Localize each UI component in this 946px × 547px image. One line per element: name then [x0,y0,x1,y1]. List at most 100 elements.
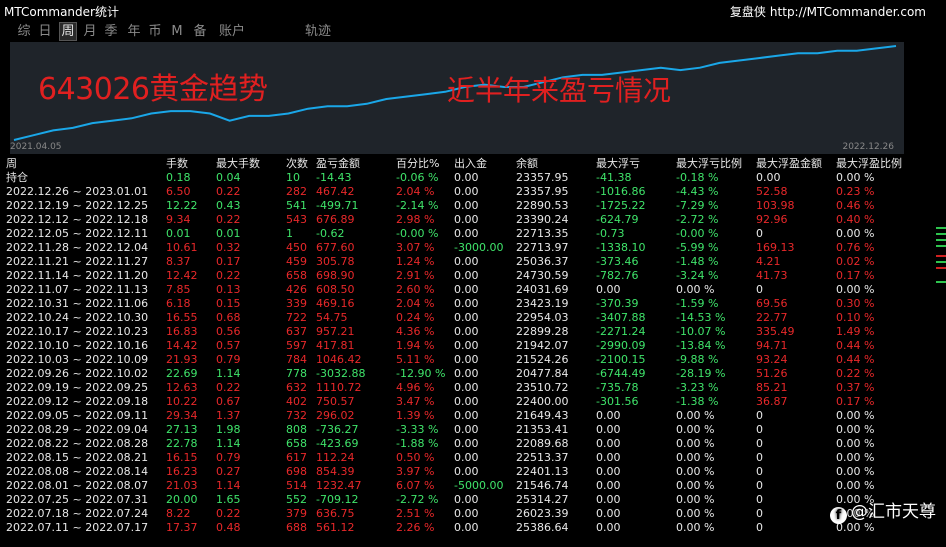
table-cell: -373.46 [596,255,639,268]
table-row[interactable]: 持仓 0.18 0.04 10 -14.43 -0.06 % 0.00 23357.95 -41… [5,171,910,185]
table-cell: 2022.09.05 ~ 2022.09.11 [6,409,149,422]
table-row[interactable]: 2022.11.14 ~ 2022.11.20 12.42 0.22 658 698.9… [5,269,910,283]
column-header[interactable]: 出入金 [453,157,515,171]
column-header[interactable]: 周 [5,157,165,171]
table-cell: 0.22 [216,213,241,226]
table-cell: 8.37 [166,255,191,268]
table-cell: 2022.10.10 ~ 2022.10.16 [6,339,149,352]
tab-8[interactable]: 备 [193,23,207,40]
table-row[interactable]: 2022.07.25 ~ 2022.07.31 20.00 1.65 552 -709.… [5,493,910,507]
table-cell: 0.17 % [836,395,875,408]
side-mark [936,267,946,269]
table-cell: 22401.13 [516,465,569,478]
table-row[interactable]: 2022.07.18 ~ 2022.07.24 8.22 0.22 379 636.75… [5,507,910,521]
table-cell: 0.22 [216,507,241,520]
column-header[interactable]: 最大浮亏比例 [675,157,755,171]
column-header[interactable]: 余额 [515,157,595,171]
tab-1[interactable]: 日 [37,23,53,40]
table-row[interactable]: 2022.08.22 ~ 2022.08.28 22.78 1.14 658 -423.… [5,437,910,451]
table-row[interactable]: 2022.10.17 ~ 2022.10.23 16.83 0.56 637 957.2… [5,325,910,339]
table-cell: 2022.11.28 ~ 2022.12.04 [6,241,149,254]
table-cell: 0.00 % [836,423,875,436]
brand-name: 复盘侠 [729,5,766,19]
table-cell: 0.00 [596,437,621,450]
table-cell: 2.60 % [396,283,435,296]
table-cell: 2022.08.29 ~ 2022.09.04 [6,423,149,436]
side-mark [936,261,946,263]
table-cell: 0.02 % [836,255,875,268]
column-header[interactable]: 最大浮盈比例 [835,157,910,171]
table-row[interactable]: 2022.08.01 ~ 2022.08.07 21.03 1.14 514 1232.… [5,479,910,493]
table-cell: 2.04 % [396,185,435,198]
table-cell: 14.42 [166,339,198,352]
table-cell: -14.53 % [676,311,726,324]
weekly-stats-table: 周手数 最大手数 次数 盈亏金额 百分比% 出入金 余额 最大浮亏 最大浮亏比例 最大浮盈金额 最大… [5,157,910,535]
table-cell: 3.97 % [396,465,435,478]
table-row[interactable]: 2022.09.05 ~ 2022.09.11 29.34 1.37 732 296.0… [5,409,910,423]
column-header[interactable]: 最大浮盈金额 [755,157,835,171]
table-cell: 2022.08.15 ~ 2022.08.21 [6,451,149,464]
table-cell: 0.00 [596,423,621,436]
table-row[interactable]: 2022.10.10 ~ 2022.10.16 14.42 0.57 597 417.8… [5,339,910,353]
table-cell: 722 [286,311,307,324]
column-header[interactable]: 最大手数 [215,157,285,171]
tab-6[interactable]: 币 [147,23,163,40]
table-row[interactable]: 2022.09.12 ~ 2022.09.18 10.22 0.67 402 750.5… [5,395,910,409]
tab-10[interactable]: 轨迹 [305,23,331,40]
table-row[interactable]: 2022.08.08 ~ 2022.08.14 16.23 0.27 698 854.3… [5,465,910,479]
table-cell: 23423.19 [516,297,569,310]
table-cell: 52.58 [756,185,788,198]
table-cell: 2022.12.12 ~ 2022.12.18 [6,213,149,226]
table-cell: 0.01 [216,227,241,240]
table-cell: 0.00 % [836,479,875,492]
table-row[interactable]: 2022.12.26 ~ 2023.01.01 6.50 0.22 282 467.42… [5,185,910,199]
table-cell: 0 [756,479,763,492]
column-header[interactable]: 手数 [165,157,215,171]
tab-5[interactable]: 年 [126,23,142,40]
table-cell: 1.39 % [396,409,435,422]
table-cell: 21649.43 [516,409,569,422]
table-row[interactable]: 2022.10.31 ~ 2022.11.06 6.18 0.15 339 469.16… [5,297,910,311]
table-row[interactable]: 2022.07.11 ~ 2022.07.17 17.37 0.48 688 561.1… [5,521,910,535]
table-row[interactable]: 2022.09.19 ~ 2022.09.25 12.63 0.22 632 1110.… [5,381,910,395]
column-header[interactable]: 百分比% [395,157,453,171]
table-row[interactable]: 2022.08.15 ~ 2022.08.21 16.15 0.79 617 112.2… [5,451,910,465]
tab-3[interactable]: 月 [82,23,98,40]
table-cell: 676.89 [316,213,355,226]
table-cell: 2.98 % [396,213,435,226]
tab-2[interactable]: 周 [59,22,77,41]
tab-4[interactable]: 季 [103,23,119,40]
table-row[interactable]: 2022.11.21 ~ 2022.11.27 8.37 0.17 459 305.78… [5,255,910,269]
table-cell: 8.22 [166,507,191,520]
table-cell: 0.00 [596,283,621,296]
column-header[interactable]: 次数 [285,157,315,171]
table-cell: 0.00 [454,381,479,394]
side-mark [936,227,946,229]
tab-0[interactable]: 综 [16,23,32,40]
tab-7[interactable]: M [171,23,183,40]
table-cell: 0.68 [216,311,241,324]
tab-9[interactable]: 账户 [218,23,246,40]
table-row[interactable]: 2022.09.26 ~ 2022.10.02 22.69 1.14 778 -3032… [5,367,910,381]
column-header[interactable]: 最大浮亏 [595,157,675,171]
table-cell: 22713.35 [516,227,569,240]
table-row[interactable]: 2022.10.24 ~ 2022.10.30 16.55 0.68 722 54.75… [5,311,910,325]
table-row[interactable]: 2022.12.19 ~ 2022.12.25 12.22 0.43 541 -499.… [5,199,910,213]
table-row[interactable]: 2022.11.28 ~ 2022.12.04 10.61 0.32 450 677.6… [5,241,910,255]
column-header[interactable]: 盈亏金额 [315,157,395,171]
brand-link[interactable]: 复盘侠 http://MTCommander.com [730,3,926,20]
table-cell: 6.07 % [396,479,435,492]
table-cell: -1.59 % [676,297,719,310]
table-row[interactable]: 2022.12.12 ~ 2022.12.18 9.34 0.22 543 676.89… [5,213,910,227]
table-row[interactable]: 2022.12.05 ~ 2022.12.11 0.01 0.01 1 -0.62 -0.… [5,227,910,241]
table-cell: 16.15 [166,451,198,464]
table-cell: 41.73 [756,269,788,282]
table-cell: 103.98 [756,199,795,212]
table-cell: -10.07 % [676,325,726,338]
table-row[interactable]: 2022.10.03 ~ 2022.10.09 21.93 0.79 784 1046.… [5,353,910,367]
table-cell: 0 [756,227,763,240]
table-cell: -41.38 [596,171,632,184]
table-cell: 0.00 [454,297,479,310]
table-row[interactable]: 2022.08.29 ~ 2022.09.04 27.13 1.98 808 -736.… [5,423,910,437]
table-row[interactable]: 2022.11.07 ~ 2022.11.13 7.85 0.13 426 608.50… [5,283,910,297]
